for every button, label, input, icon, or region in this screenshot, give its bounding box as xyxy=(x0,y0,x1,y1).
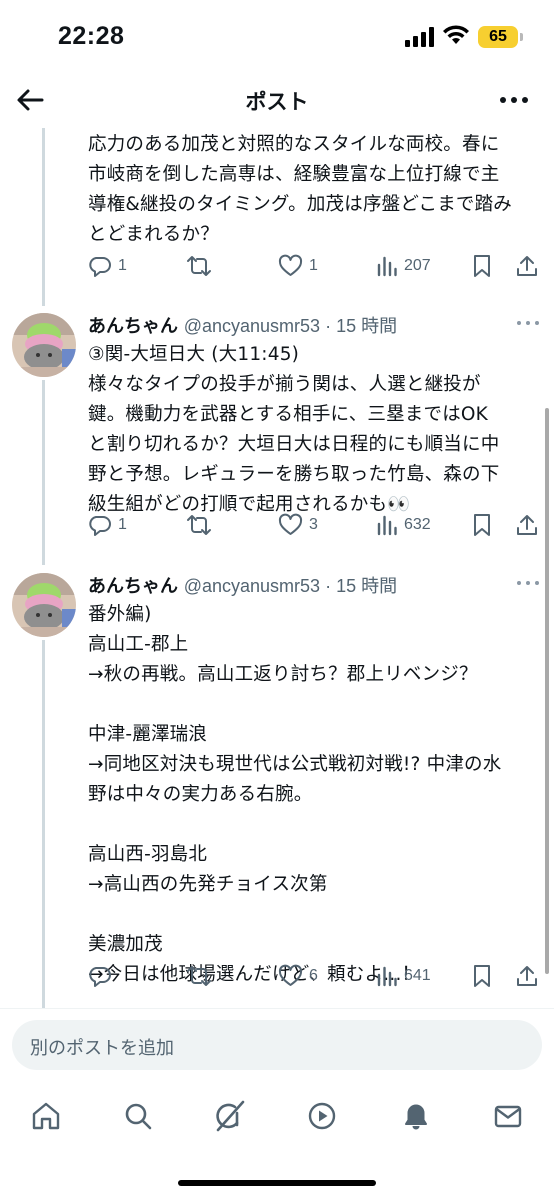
post-actions: 1 1 207 xyxy=(88,251,540,281)
video-icon xyxy=(308,1102,336,1130)
thread-line xyxy=(42,380,45,565)
add-post-placeholder: 別のポストを追加 xyxy=(30,1038,174,1059)
post-more-icon[interactable] xyxy=(516,318,540,328)
repost-button[interactable] xyxy=(186,510,218,540)
home-indicator xyxy=(178,1180,376,1186)
handle-and-time: @ancyanusmr53 · 15 時間 xyxy=(183,576,398,596)
view-count: 641 xyxy=(404,967,431,984)
post-header: あんちゃん @ancyanusmr53 · 15 時間 xyxy=(88,572,397,598)
reply-button[interactable]: 1 xyxy=(88,251,127,281)
heart-icon xyxy=(278,254,303,276)
views-chart-icon xyxy=(377,966,397,987)
view-count: 207 xyxy=(404,257,431,274)
heart-icon xyxy=(278,964,303,986)
like-button[interactable]: 6 xyxy=(278,961,318,991)
bookmark-icon xyxy=(474,965,490,987)
scrollbar[interactable] xyxy=(545,408,549,974)
notifications-icon xyxy=(405,1104,427,1130)
reply-count: 1 xyxy=(118,257,127,274)
bookmark-icon xyxy=(474,255,490,277)
post-text: 番外編) 高山工-郡上 →秋の再戦。高山工返り討ち？郡上リベンジ？ 中津-麗澤瑞… xyxy=(88,604,502,985)
bookmark-icon xyxy=(474,514,490,536)
share-icon xyxy=(517,515,537,535)
like-button[interactable]: 3 xyxy=(278,510,318,540)
header: ポスト xyxy=(0,74,554,128)
views-button[interactable]: 641 xyxy=(376,961,431,991)
display-name[interactable]: あんちゃん xyxy=(88,576,178,597)
post-actions: 1 3 632 xyxy=(88,510,540,540)
post-text: 応力のある加茂と対照的なスタイルな両校。春に 市岐商を倒した高専は、経験豊富な上… xyxy=(88,134,512,245)
heart-icon xyxy=(278,513,303,535)
share-icon xyxy=(517,256,537,276)
repost-icon xyxy=(187,966,211,986)
views-button[interactable]: 632 xyxy=(376,510,431,540)
cellular-signal-icon xyxy=(405,27,434,47)
reply-icon xyxy=(89,516,111,536)
grok-icon xyxy=(216,1100,245,1132)
views-chart-icon xyxy=(377,256,397,277)
tab-messages[interactable] xyxy=(488,1096,528,1136)
post-text: ③関-大垣日大 (大11:45) 様々なタイプの投手が揃う関は、人選と継投が 鍵… xyxy=(88,344,500,515)
divider xyxy=(0,1008,554,1009)
add-post-input[interactable]: 別のポストを追加 xyxy=(12,1020,542,1070)
post-header: あんちゃん @ancyanusmr53 · 15 時間 xyxy=(88,312,397,338)
like-count: 3 xyxy=(309,516,318,533)
avatar[interactable] xyxy=(12,313,76,377)
more-options-icon[interactable] xyxy=(498,86,530,114)
reply-count: 1 xyxy=(118,516,127,533)
views-chart-icon xyxy=(377,515,397,536)
repost-icon xyxy=(187,515,211,535)
like-button[interactable]: 1 xyxy=(278,251,318,281)
bookmark-button[interactable] xyxy=(472,251,492,281)
home-icon xyxy=(32,1102,60,1130)
bookmark-button[interactable] xyxy=(472,510,492,540)
repost-icon xyxy=(187,256,211,276)
share-button[interactable] xyxy=(516,961,538,991)
battery-indicator: 65 xyxy=(478,26,518,48)
share-icon xyxy=(517,966,537,986)
tab-video[interactable] xyxy=(302,1096,342,1136)
battery-nub xyxy=(520,33,523,41)
messages-icon xyxy=(494,1105,522,1128)
avatar[interactable] xyxy=(12,573,76,637)
tab-search[interactable] xyxy=(118,1096,158,1136)
repost-button[interactable] xyxy=(186,251,218,281)
reply-button[interactable]: 1 xyxy=(88,510,127,540)
bottom-tab-bar xyxy=(0,1082,554,1152)
display-name[interactable]: あんちゃん xyxy=(88,316,178,337)
search-icon xyxy=(125,1103,152,1130)
views-button[interactable]: 207 xyxy=(376,251,431,281)
reply-icon xyxy=(89,257,111,277)
repost-button[interactable] xyxy=(186,961,218,991)
view-count: 632 xyxy=(404,516,431,533)
bookmark-button[interactable] xyxy=(472,961,492,991)
reply-icon xyxy=(89,967,111,987)
status-time: 22:28 xyxy=(58,22,125,50)
share-button[interactable] xyxy=(516,510,538,540)
status-bar: 22:28 65 xyxy=(0,0,554,74)
wifi-icon xyxy=(443,25,469,44)
handle-and-time: @ancyanusmr53 · 15 時間 xyxy=(183,316,398,336)
like-count: 1 xyxy=(309,257,318,274)
share-button[interactable] xyxy=(516,251,538,281)
thread-line xyxy=(42,128,45,306)
tab-notifications[interactable] xyxy=(396,1096,436,1136)
reply-button[interactable] xyxy=(88,961,118,991)
like-count: 6 xyxy=(309,967,318,984)
tab-grok[interactable] xyxy=(210,1096,250,1136)
thread-line xyxy=(42,640,45,1008)
post-more-icon[interactable] xyxy=(516,578,540,588)
page-title: ポスト xyxy=(245,90,309,114)
tab-home[interactable] xyxy=(26,1096,66,1136)
post-actions: 6 641 xyxy=(88,961,540,991)
